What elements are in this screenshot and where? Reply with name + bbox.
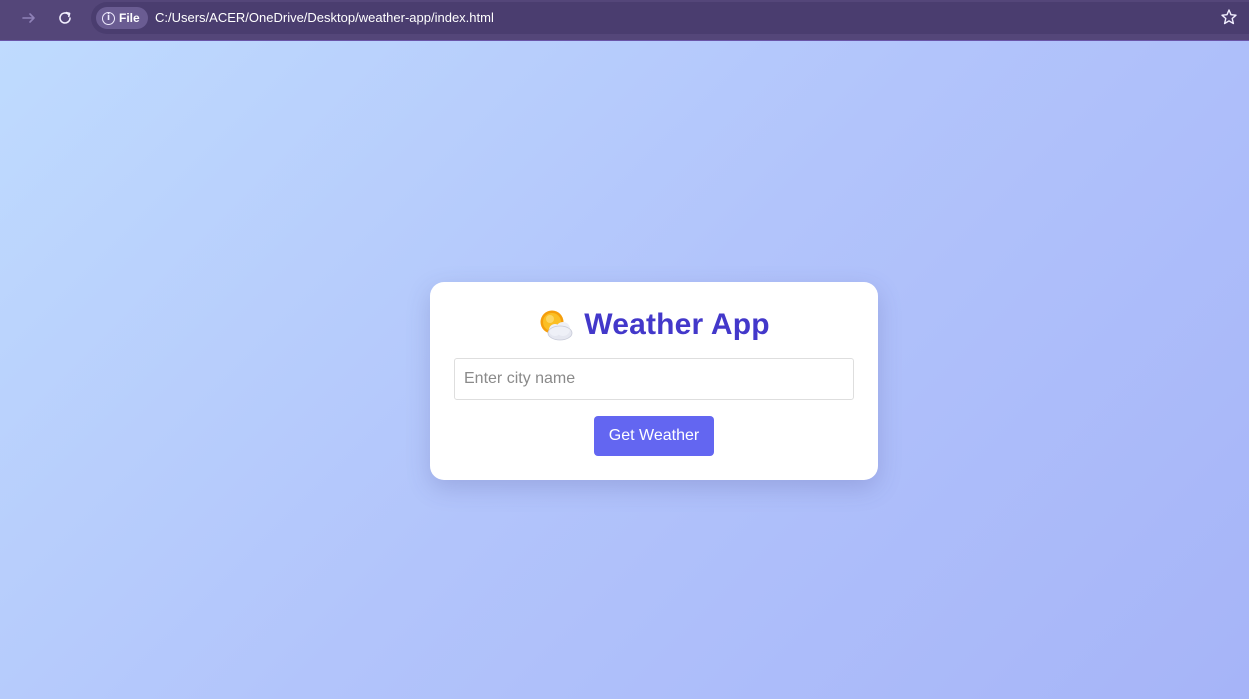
city-input[interactable] (454, 358, 854, 400)
sun-behind-cloud-icon (540, 310, 573, 341)
weather-card: Weather App Get Weather (430, 282, 878, 480)
reload-button[interactable] (53, 6, 77, 30)
forward-button[interactable] (17, 6, 41, 30)
info-icon: i (102, 11, 115, 25)
page-title: Weather App (584, 308, 770, 341)
bookmark-button[interactable] (1218, 6, 1240, 28)
star-icon (1221, 9, 1237, 25)
browser-toolbar: i File C:/Users/ACER/OneDrive/Desktop/we… (0, 0, 1249, 41)
scheme-label: File (119, 11, 140, 25)
reload-icon (59, 11, 71, 24)
get-weather-button[interactable]: Get Weather (594, 416, 714, 456)
site-info-chip[interactable]: i File (96, 7, 148, 29)
url-text[interactable]: C:/Users/ACER/OneDrive/Desktop/weather-a… (155, 10, 494, 25)
page-viewport: Weather App Get Weather (0, 41, 1249, 699)
address-bar[interactable]: i File C:/Users/ACER/OneDrive/Desktop/we… (91, 2, 1249, 34)
arrow-right-icon (22, 13, 35, 23)
app-title: Weather App (430, 307, 878, 343)
